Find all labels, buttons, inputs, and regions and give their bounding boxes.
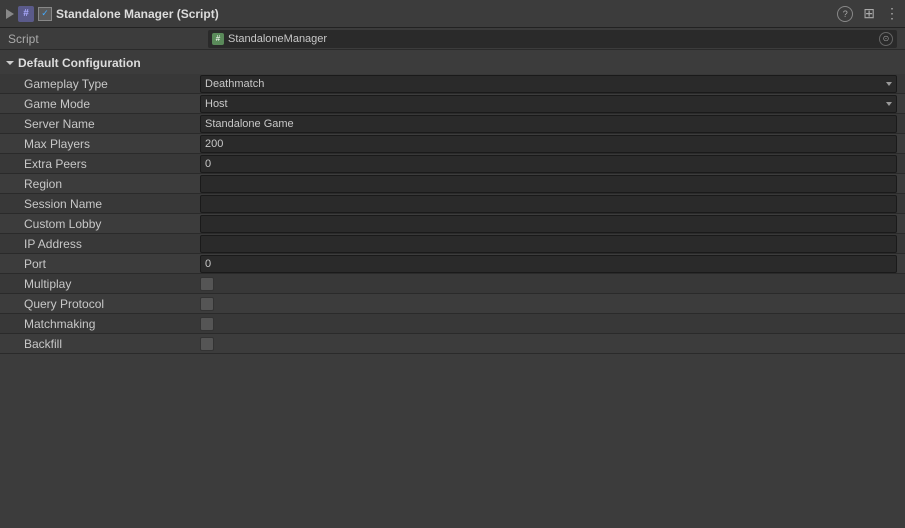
dropdown-game-mode[interactable]: Host <box>200 95 897 113</box>
checkbox-matchmaking[interactable] <box>200 317 214 331</box>
component-icon: # <box>18 6 34 22</box>
field-label: Session Name <box>24 197 200 211</box>
dropdown-text: Host <box>205 98 886 110</box>
field-label: Gameplay Type <box>24 77 200 91</box>
dropdown-arrow-icon <box>886 82 892 86</box>
field-label: Region <box>24 177 200 191</box>
field-label: Port <box>24 257 200 271</box>
field-label: Server Name <box>24 117 200 131</box>
section-arrow-icon <box>6 61 14 65</box>
expand-icon[interactable] <box>6 9 14 19</box>
field-value[interactable] <box>200 235 897 253</box>
field-value[interactable]: Host <box>200 95 897 113</box>
number-input-port[interactable]: 0 <box>200 255 897 273</box>
field-value[interactable]: 0 <box>200 155 897 173</box>
enabled-checkbox[interactable]: ✓ <box>38 7 52 21</box>
field-value[interactable]: 200 <box>200 135 897 153</box>
field-label: IP Address <box>24 237 200 251</box>
field-row: Custom Lobby <box>0 214 905 234</box>
text-input-region[interactable] <box>200 175 897 193</box>
number-input-max-players[interactable]: 200 <box>200 135 897 153</box>
dropdown-text: Deathmatch <box>205 78 886 90</box>
script-row: Script # StandaloneManager ⊙ <box>0 28 905 50</box>
section-title: Default Configuration <box>18 56 141 70</box>
field-value <box>200 277 897 291</box>
text-input-ip-address[interactable] <box>200 235 897 253</box>
title-bar-left: # ✓ Standalone Manager (Script) <box>6 6 837 22</box>
more-options-icon[interactable]: ⋮ <box>885 5 899 22</box>
field-label: Extra Peers <box>24 157 200 171</box>
title-bar: # ✓ Standalone Manager (Script) ? ⊞ ⋮ <box>0 0 905 28</box>
field-row: Game Mode Host <box>0 94 905 114</box>
field-label: Matchmaking <box>24 317 200 331</box>
fields-container: Gameplay Type Deathmatch Game Mode Host Serv… <box>0 74 905 354</box>
field-row: Backfill <box>0 334 905 354</box>
dropdown-gameplay-type[interactable]: Deathmatch <box>200 75 897 93</box>
help-icon[interactable]: ? <box>837 6 853 22</box>
field-row: Region <box>0 174 905 194</box>
field-row: Max Players200 <box>0 134 905 154</box>
script-file-icon: # <box>212 33 224 45</box>
field-value <box>200 317 897 331</box>
content-area: Default Configuration Gameplay Type Death… <box>0 50 905 356</box>
field-value[interactable] <box>200 175 897 193</box>
dropdown-arrow-icon <box>886 102 892 106</box>
field-label: Query Protocol <box>24 297 200 311</box>
field-value[interactable]: Deathmatch <box>200 75 897 93</box>
field-label: Backfill <box>24 337 200 351</box>
script-value-container[interactable]: # StandaloneManager ⊙ <box>208 30 897 48</box>
field-row: Session Name <box>0 194 905 214</box>
field-label: Game Mode <box>24 97 200 111</box>
text-input-custom-lobby[interactable] <box>200 215 897 233</box>
field-value[interactable] <box>200 195 897 213</box>
field-value[interactable] <box>200 115 897 133</box>
title-bar-right: ? ⊞ ⋮ <box>837 5 899 22</box>
field-row: Server Name <box>0 114 905 134</box>
field-row: Port0 <box>0 254 905 274</box>
checkbox-query-protocol[interactable] <box>200 297 214 311</box>
text-input-server-name[interactable] <box>200 115 897 133</box>
field-row: IP Address <box>0 234 905 254</box>
window-title: Standalone Manager (Script) <box>56 7 219 21</box>
field-label: Max Players <box>24 137 200 151</box>
field-row: Extra Peers0 <box>0 154 905 174</box>
field-value <box>200 297 897 311</box>
field-row: Multiplay <box>0 274 905 294</box>
checkbox-backfill[interactable] <box>200 337 214 351</box>
script-label: Script <box>8 32 208 46</box>
field-value[interactable]: 0 <box>200 255 897 273</box>
layout-icon[interactable]: ⊞ <box>863 5 875 22</box>
field-row: Query Protocol <box>0 294 905 314</box>
field-row: Gameplay Type Deathmatch <box>0 74 905 94</box>
field-label: Multiplay <box>24 277 200 291</box>
number-input-extra-peers[interactable]: 0 <box>200 155 897 173</box>
target-icon[interactable]: ⊙ <box>879 32 893 46</box>
text-input-session-name[interactable] <box>200 195 897 213</box>
checkbox-multiplay[interactable] <box>200 277 214 291</box>
field-value[interactable] <box>200 215 897 233</box>
section-header[interactable]: Default Configuration <box>0 52 905 74</box>
field-row: Matchmaking <box>0 314 905 334</box>
field-value <box>200 337 897 351</box>
field-label: Custom Lobby <box>24 217 200 231</box>
script-name-text: StandaloneManager <box>228 33 327 45</box>
